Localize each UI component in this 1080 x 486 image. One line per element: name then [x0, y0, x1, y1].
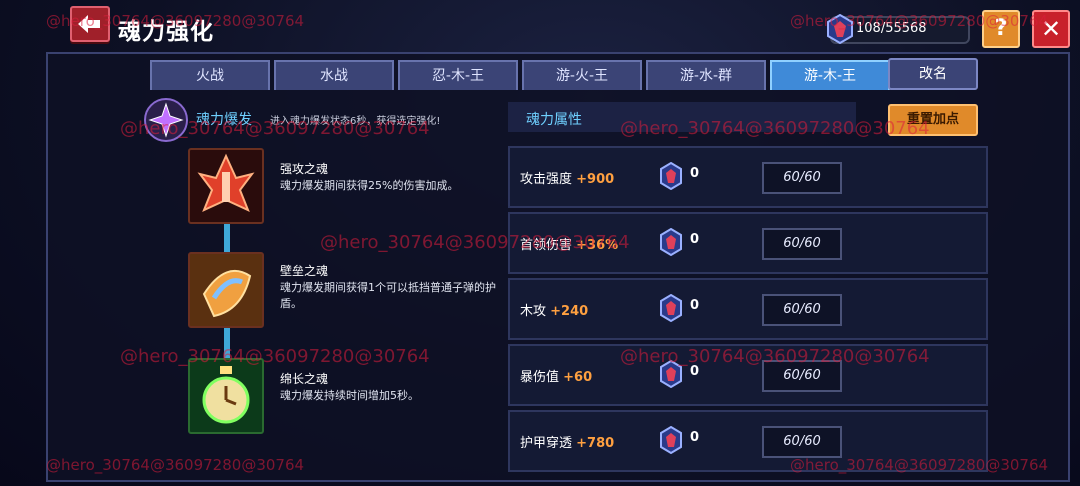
- watermark: @hero_30764@36097280@30764: [120, 346, 430, 367]
- watermark: @hero_30764@36097280@30764: [320, 232, 630, 253]
- attribute-name: 攻击强度: [520, 172, 573, 187]
- soul-gem-icon: [660, 162, 682, 190]
- attribute-cap[interactable]: 60/60: [762, 162, 842, 194]
- attribute-row: 木攻 +240 0 60/60: [508, 278, 988, 340]
- attribute-cap[interactable]: 60/60: [762, 294, 842, 326]
- watermark: @hero_30764@36097280@30764: [790, 12, 1049, 30]
- bulwark-soul-icon[interactable]: [188, 252, 264, 328]
- attribute-count: 0: [690, 166, 700, 181]
- attribute-bonus: +780: [576, 436, 615, 451]
- skill-name: 绵长之魂: [280, 372, 329, 386]
- watermark: @hero_30764@36097280@30764: [790, 456, 1049, 474]
- skill-name: 壁垒之魂: [280, 264, 329, 278]
- tab-shuizhan[interactable]: 水战: [274, 60, 394, 90]
- skill-name: 强攻之魂: [280, 162, 329, 176]
- attribute-name: 护甲穿透: [520, 436, 573, 451]
- attribute-cap[interactable]: 60/60: [762, 426, 842, 458]
- skill-description: 魂力爆发期间获得1个可以抵挡普通子弹的护盾。: [280, 281, 496, 310]
- skill-description: 魂力爆发期间获得25%的伤害加成。: [280, 179, 459, 192]
- attribute-bonus: +60: [563, 370, 593, 385]
- attribute-bonus: +240: [550, 304, 589, 319]
- watermark: @hero_30764@36097280@30764: [620, 118, 930, 139]
- soul-gem-icon: [660, 228, 682, 256]
- watermark: @hero_30764@36097280@30764: [120, 118, 430, 139]
- rename-button[interactable]: 改名: [888, 58, 978, 90]
- tab-you-mu-wang[interactable]: 游-木-王: [770, 60, 890, 90]
- tab-ren-mu-wang[interactable]: 忍-木-王: [398, 60, 518, 90]
- attribute-bonus: +900: [576, 172, 615, 187]
- attributes-title: 魂力属性: [526, 112, 582, 128]
- soul-gem-icon: [660, 426, 682, 454]
- tab-huozhan[interactable]: 火战: [150, 60, 270, 90]
- attribute-row: 攻击强度 +900 0 60/60: [508, 146, 988, 208]
- longevity-soul-icon[interactable]: [188, 358, 264, 434]
- tab-you-huo-wang[interactable]: 游-火-王: [522, 60, 642, 90]
- attribute-count: 0: [690, 430, 700, 445]
- soul-gem-icon: [660, 294, 682, 322]
- watermark: @hero_30764@36097280@30764: [46, 12, 305, 30]
- attribute-count: 0: [690, 232, 700, 247]
- tab-you-shui-qun[interactable]: 游-水-群: [646, 60, 766, 90]
- attribute-cap[interactable]: 60/60: [762, 228, 842, 260]
- strike-soul-icon[interactable]: [188, 148, 264, 224]
- skill-connector: [224, 222, 230, 252]
- skill-description: 魂力爆发持续时间增加5秒。: [280, 389, 419, 402]
- watermark: @hero_30764@36097280@30764: [46, 456, 305, 474]
- attribute-name: 暴伤值: [520, 370, 560, 385]
- watermark: @hero_30764@36097280@30764: [620, 346, 930, 367]
- attribute-name: 木攻: [520, 304, 547, 319]
- attribute-count: 0: [690, 298, 700, 313]
